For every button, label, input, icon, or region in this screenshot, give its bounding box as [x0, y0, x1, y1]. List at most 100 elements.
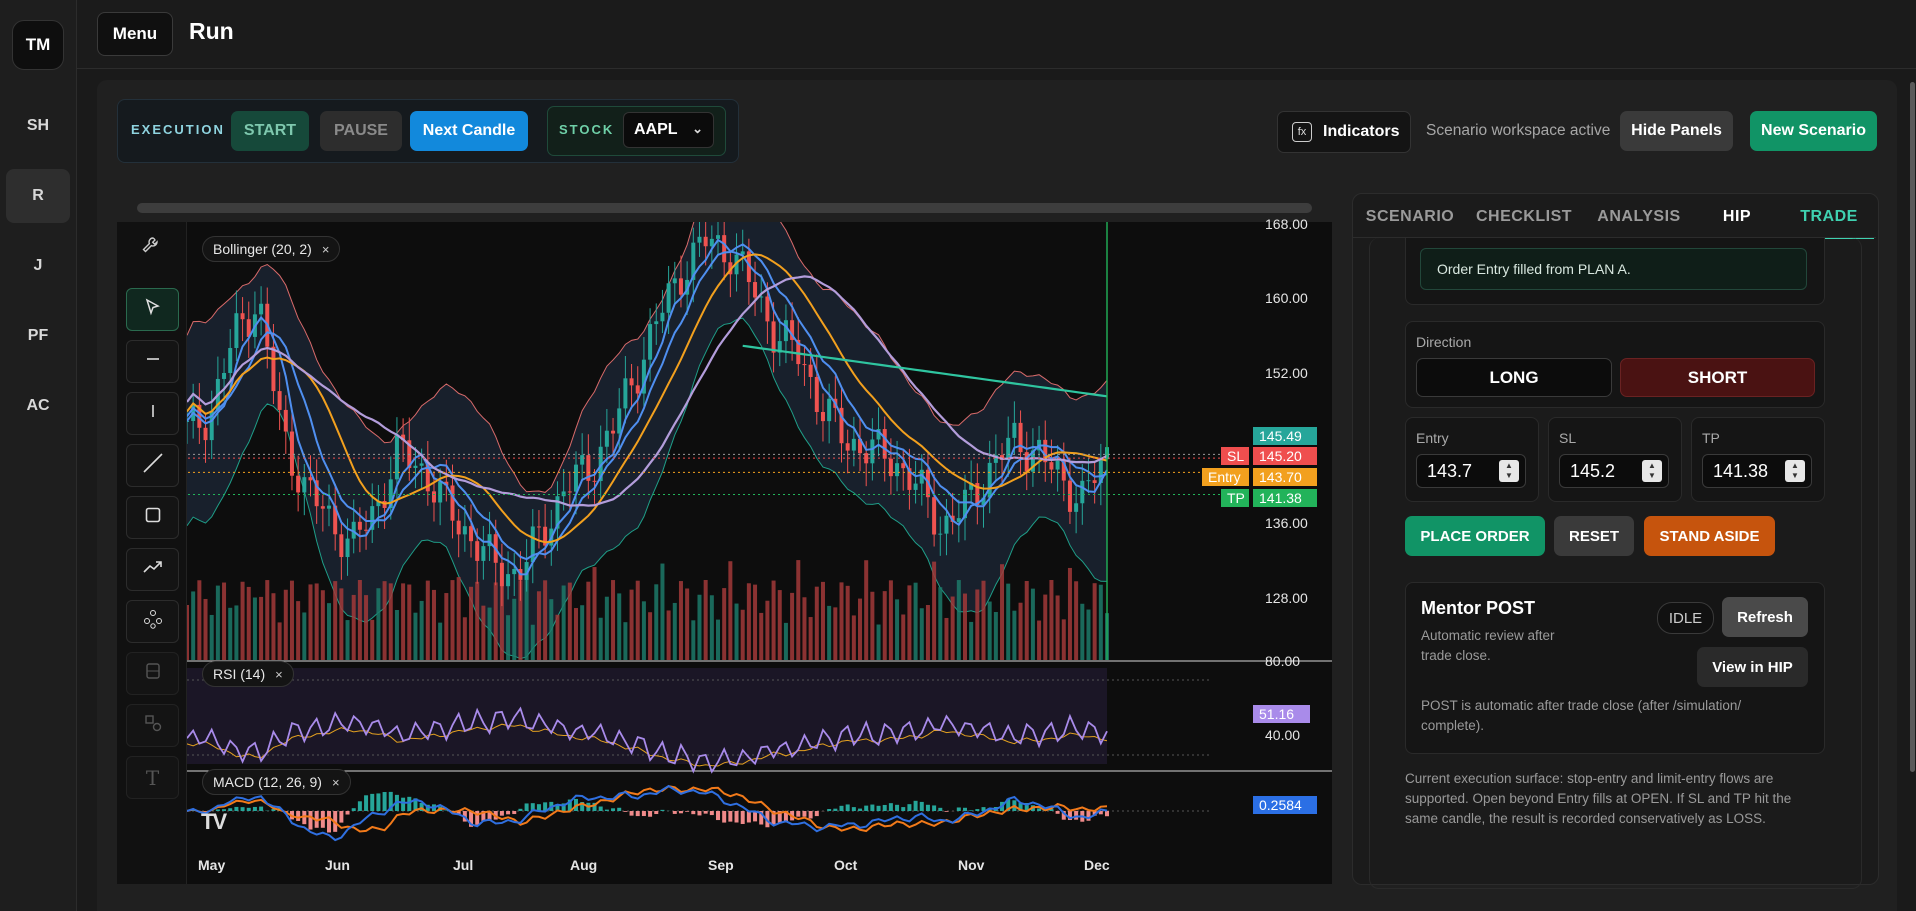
macd-histogram-bar: [252, 806, 257, 811]
volume-bar: [604, 596, 609, 660]
volume-bar: [969, 621, 974, 660]
rectangle-tool[interactable]: [126, 496, 179, 539]
candle: [870, 439, 875, 464]
hide-panels-button[interactable]: Hide Panels: [1620, 111, 1733, 151]
next-candle-button[interactable]: Next Candle: [410, 111, 528, 151]
volume-bar: [339, 588, 344, 660]
volume-bar: [240, 581, 245, 660]
entry-stepper-icon[interactable]: ▲ ▼: [1499, 460, 1519, 482]
bollinger-legend[interactable]: Bollinger (20, 2) ×: [202, 236, 341, 262]
stock-select[interactable]: AAPL ⌄: [623, 112, 714, 148]
candle: [635, 385, 640, 394]
cursor-tool[interactable]: [126, 288, 179, 331]
macd-histogram-bar: [506, 811, 511, 815]
rsi-legend[interactable]: RSI (14) ×: [202, 661, 294, 687]
rail-item-sh[interactable]: SH: [6, 99, 70, 153]
place-order-button[interactable]: PLACE ORDER: [1405, 516, 1545, 556]
volume-bar: [228, 607, 233, 660]
volume-bar: [685, 588, 690, 660]
macd-histogram-bar: [351, 808, 356, 811]
page-scrollbar[interactable]: [1910, 82, 1915, 772]
entry-input[interactable]: 143.7 ▲ ▼: [1416, 454, 1526, 488]
chart-scrollbar[interactable]: [137, 203, 1312, 213]
close-icon[interactable]: ×: [275, 667, 283, 682]
stand-aside-button[interactable]: STAND ASIDE: [1644, 516, 1775, 556]
candle: [283, 409, 288, 432]
short-button[interactable]: SHORT: [1620, 358, 1815, 397]
month-label: Nov: [958, 857, 985, 873]
macd-histogram-bar: [796, 811, 801, 817]
candle: [339, 534, 344, 558]
macd-histogram-bar: [499, 811, 504, 816]
shapes-tool[interactable]: [126, 704, 179, 747]
sl-stepper-icon[interactable]: ▲ ▼: [1642, 460, 1662, 482]
macd-histogram-bar: [728, 811, 733, 822]
candle: [469, 526, 474, 542]
volume-bar: [678, 581, 683, 660]
volume-bar: [376, 588, 381, 660]
volume-bar: [462, 617, 467, 660]
app-logo[interactable]: TM: [12, 20, 64, 70]
volume-bar: [666, 610, 671, 660]
macd-legend[interactable]: MACD (12, 26, 9) ×: [202, 769, 351, 795]
volume-bar: [1037, 620, 1042, 660]
view-in-hip-button[interactable]: View in HIP: [1697, 647, 1808, 687]
tp-price-tag: 141.38: [1253, 489, 1317, 507]
macd-histogram-bar: [839, 805, 844, 811]
pattern-tool[interactable]: [126, 600, 179, 643]
candle: [271, 346, 276, 392]
candle: [580, 455, 585, 465]
macd-histogram-bar: [864, 805, 869, 811]
path-tool[interactable]: [126, 548, 179, 591]
candle: [827, 398, 832, 422]
close-icon[interactable]: ×: [322, 242, 330, 257]
volume-bar: [215, 585, 220, 660]
tp-stepper-icon[interactable]: ▲ ▼: [1785, 460, 1805, 482]
tab-checklist[interactable]: CHECKLIST: [1468, 197, 1580, 237]
macd-histogram-bar: [1055, 811, 1060, 814]
long-button[interactable]: LONG: [1416, 358, 1612, 397]
tab-analysis[interactable]: ANALYSIS: [1588, 197, 1690, 237]
wrench-icon[interactable]: [141, 236, 159, 259]
macd-histogram-bar: [827, 809, 832, 811]
rail-item-ac[interactable]: AC: [6, 379, 70, 433]
rail-item-r[interactable]: R: [6, 169, 70, 223]
volume-bar: [543, 580, 548, 660]
start-button[interactable]: START: [231, 111, 309, 151]
reset-button[interactable]: RESET: [1554, 516, 1634, 556]
stock-select-value: AAPL: [634, 121, 678, 138]
indicators-button[interactable]: fx Indicators: [1277, 111, 1411, 153]
candle: [617, 408, 622, 434]
volume-bar: [308, 584, 313, 660]
rail-item-j[interactable]: J: [6, 239, 70, 293]
tp-input[interactable]: 141.38 ▲ ▼: [1702, 454, 1812, 488]
tab-scenario[interactable]: SCENARIO: [1360, 197, 1460, 237]
volume-bar: [1000, 564, 1005, 660]
volume-bar: [456, 577, 461, 660]
volume-bar: [419, 600, 424, 660]
candle: [1092, 480, 1097, 484]
horizontal-line-tool[interactable]: [126, 340, 179, 383]
close-icon[interactable]: ×: [332, 775, 340, 790]
vertical-line-tool[interactable]: [126, 392, 179, 435]
menu-button[interactable]: Menu: [97, 12, 173, 56]
sl-input[interactable]: 145.2 ▲ ▼: [1559, 454, 1669, 488]
macd-histogram-bar: [845, 804, 850, 811]
trend-line-tool[interactable]: [126, 444, 179, 487]
candle: [277, 391, 282, 410]
volume-bar: [481, 605, 486, 660]
measure-tool[interactable]: [126, 652, 179, 695]
rail-item-pf[interactable]: PF: [6, 309, 70, 363]
macd-histogram-bar: [919, 801, 924, 811]
macd-histogram-bar: [975, 809, 980, 811]
refresh-button[interactable]: Refresh: [1722, 597, 1808, 637]
pause-button[interactable]: PAUSE: [320, 111, 402, 151]
text-tool[interactable]: T: [126, 756, 179, 799]
volume-bar: [956, 580, 961, 660]
volume-bar: [289, 580, 294, 660]
price-tick: 136.00: [1265, 515, 1308, 531]
new-scenario-button[interactable]: New Scenario: [1750, 111, 1877, 151]
tab-trade[interactable]: TRADE: [1784, 197, 1874, 239]
tab-hip[interactable]: HIP: [1702, 197, 1772, 237]
macd-histogram-bar: [703, 811, 708, 814]
